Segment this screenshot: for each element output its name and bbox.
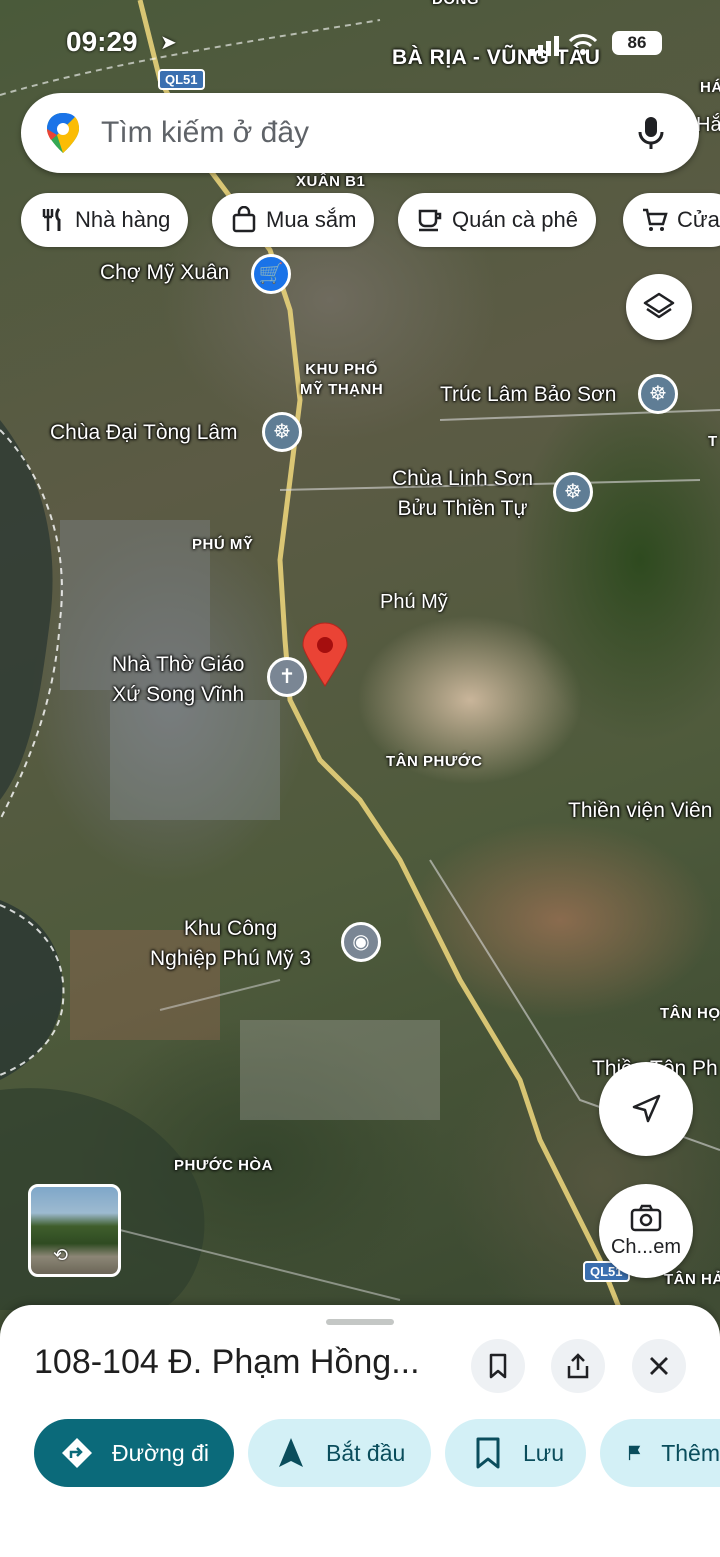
save-bookmark-button[interactable] (471, 1339, 525, 1393)
region-label-khu-pho: KHU PHỐ MỸ THẠNH (300, 361, 384, 398)
directions-button[interactable]: Đường đi (34, 1419, 234, 1487)
region-label-tan-ha: TÂN HẢ (664, 1271, 720, 1288)
place-label-kcn[interactable]: Khu Công Nghiệp Phú Mỹ 3 (150, 914, 311, 974)
sheet-drag-handle[interactable] (326, 1319, 394, 1325)
flag-icon (628, 1445, 641, 1461)
navigation-arrow-icon (279, 1438, 303, 1467)
status-time: 09:29 (66, 26, 138, 57)
search-input[interactable]: Tìm kiếm ở đây (101, 116, 631, 150)
dharma-wheel-icon[interactable]: ☸ (262, 412, 302, 452)
dharma-wheel-icon[interactable]: ☸ (553, 472, 593, 512)
street-view-thumbnail[interactable]: ⟲ (28, 1184, 121, 1277)
fork-knife-icon (42, 207, 61, 231)
chip-label: Cửa (677, 207, 720, 232)
search-bar[interactable]: Tìm kiếm ở đây (21, 93, 699, 173)
road-shield-ql51: QL51 (158, 69, 205, 90)
more-button[interactable]: Thêm (600, 1419, 720, 1487)
location-marker-icon[interactable]: ◉ (341, 922, 381, 962)
navigation-arrow-icon (632, 1094, 661, 1123)
chip-label: Mua sắm (266, 207, 357, 232)
region-label-edge-t: T (708, 433, 718, 450)
directions-label: Đường đi (112, 1439, 209, 1466)
microphone-icon[interactable] (631, 113, 671, 153)
coffee-cup-icon (418, 209, 442, 232)
region-label-edge-ha: HÁ (700, 79, 720, 96)
place-label-chua-dai-tong-lam[interactable]: Chùa Đại Tòng Lâm (50, 418, 238, 448)
chip-label: Quán cà phê (452, 207, 578, 232)
region-label-phu-my-small: PHÚ MỸ (192, 536, 254, 553)
region-label-edge-ha2: Hắ (696, 114, 720, 136)
cart-icon (643, 208, 668, 231)
wifi-icon (568, 34, 598, 55)
region-label-xuan: XUÂN B1 (296, 173, 366, 190)
camera-button-label: Ch...em (610, 1235, 682, 1258)
location-arrow-icon: ➤ (160, 32, 177, 54)
chip-shopping[interactable]: Mua sắm (212, 193, 375, 247)
place-label-truc-lam[interactable]: Trúc Lâm Bảo Sơn (440, 380, 616, 410)
place-label-chua-linh-son[interactable]: Chùa Linh Sơn Bửu Thiền Tự (392, 464, 533, 524)
chip-restaurants[interactable]: Nhà hàng (21, 193, 189, 247)
shopping-bag-icon (232, 206, 256, 233)
start-label: Bắt đầu (326, 1439, 406, 1466)
region-label-phu-my: Phú Mỹ (380, 591, 448, 613)
layers-button[interactable] (626, 274, 692, 340)
place-label-nha-tho[interactable]: Nhà Thờ Giáo Xứ Song Vĩnh (112, 650, 244, 710)
chip-label: Nhà hàng (75, 207, 171, 232)
bookmark-icon (489, 1353, 507, 1379)
place-title: 108-104 Đ. Phạm Hồng... (34, 1343, 420, 1381)
church-cross-icon[interactable]: ✝ (267, 657, 307, 697)
google-maps-logo-icon (47, 113, 79, 153)
share-button[interactable] (551, 1339, 605, 1393)
region-label-tan-ho: TÂN HỌ (660, 1005, 720, 1022)
region-label-phuoc-hoa: PHƯỚC HÒA (174, 1157, 273, 1174)
more-label: Thêm (661, 1439, 720, 1466)
region-label-top: ĐỒNG (432, 0, 479, 10)
chip-stores[interactable]: Cửa (623, 193, 720, 247)
rotate-360-icon: ⟲ (53, 1245, 69, 1265)
dharma-wheel-icon[interactable]: ☸ (638, 374, 678, 414)
close-icon (650, 1357, 668, 1375)
directions-icon (62, 1438, 92, 1468)
share-icon (567, 1353, 589, 1379)
region-label-tan-phuoc: TÂN PHƯỚC (386, 753, 483, 770)
camera-icon (630, 1204, 662, 1231)
location-pin[interactable] (302, 622, 348, 687)
layers-icon (643, 292, 675, 319)
place-label-cho-my-xuan[interactable]: Chợ Mỹ Xuân (100, 258, 229, 288)
chip-coffee[interactable]: Quán cà phê (398, 193, 596, 247)
start-navigation-button[interactable]: Bắt đầu (248, 1419, 431, 1487)
save-label: Lưu (523, 1439, 564, 1466)
my-location-button[interactable] (599, 1062, 693, 1156)
camera-search-button[interactable]: Ch...em (599, 1184, 693, 1278)
place-label-thien-vien[interactable]: Thiền viện Viên (568, 796, 712, 826)
save-button[interactable]: Lưu (445, 1419, 586, 1487)
place-bottom-sheet[interactable]: 108-104 Đ. Phạm Hồng... Đường đi Bắt đầu (0, 1305, 720, 1557)
bookmark-icon (476, 1437, 500, 1469)
shopping-cart-icon[interactable]: 🛒 (251, 254, 291, 294)
signal-icon (530, 36, 559, 56)
battery-indicator: 86 (612, 31, 662, 55)
close-button[interactable] (632, 1339, 686, 1393)
